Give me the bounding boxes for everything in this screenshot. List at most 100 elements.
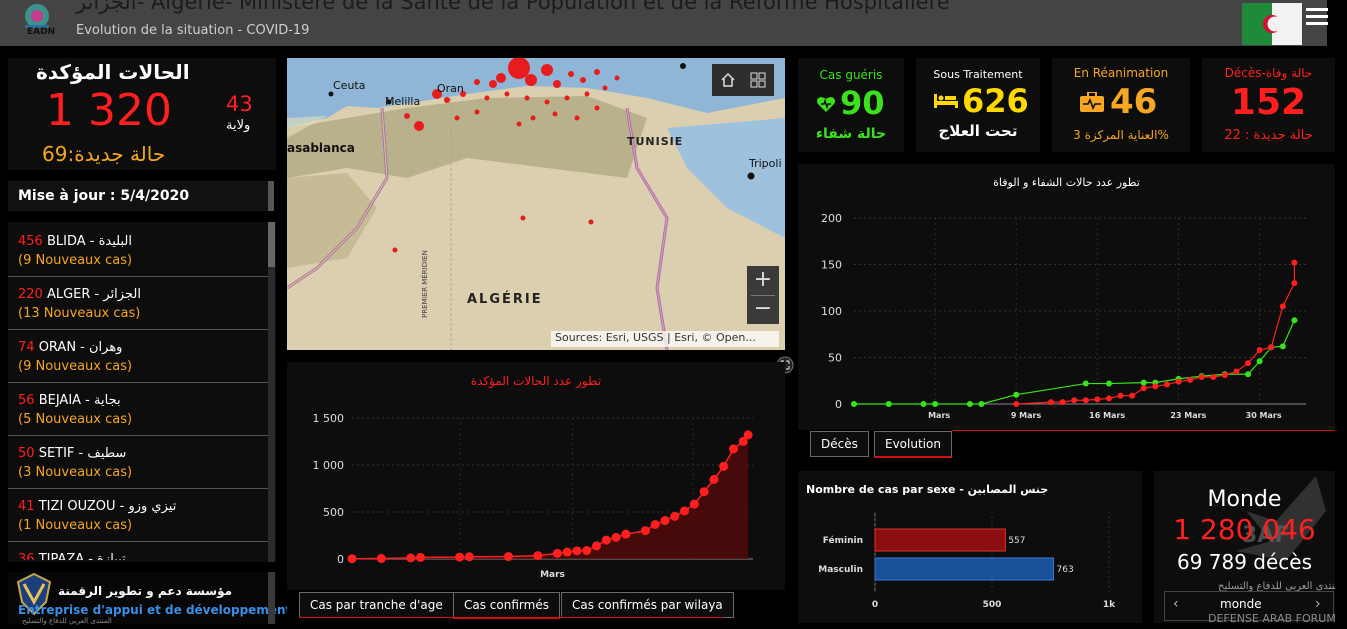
wilaya-count: 220 [18,287,43,302]
heart-pulse-icon [816,97,836,112]
confirmed-point [464,552,474,562]
treatment-label: Sous Traitement [933,68,1023,81]
wilaya-count: 43 [226,92,253,116]
zoom-out-button[interactable]: − [747,296,779,324]
wilaya-item-oran[interactable]: 74 ORAN - وهران (9 Nouveaux cas) [8,330,268,383]
y-tick-label: 0 [835,398,842,411]
wilaya-item-setif[interactable]: 50 SETIF - سطيف (3 Nouveaux cas) [8,436,268,489]
deaths-card: Décès-حالة وفاة 152 حالة جديدة : 22 [1202,58,1335,152]
confirmed-chart[interactable]: 0 500 1 000 1 500 Mars [287,392,785,587]
wilaya-new-cases: (3 Nouveaux cas) [18,465,133,480]
menu-icon[interactable] [1306,8,1328,26]
wilaya-item-tizi-ouzou[interactable]: 41 TIZI OUZOU - تيزي وزو (1 Nouveaux cas… [8,489,268,542]
series-point [1129,392,1136,399]
wilaya-name: BEJAIA - [38,393,95,408]
map-label-tripoli: Tripoli [749,157,782,170]
right-tabs-line [952,430,1335,431]
map-attribution[interactable]: Sources: Esri, USGS | Esri, © Open... [551,331,779,347]
confirmed-count: 1 320 [46,85,172,136]
series-point [1187,376,1194,383]
y-tick-label: 150 [821,259,842,272]
confirmed-point [719,461,729,471]
zoom-in-button[interactable]: + [747,266,779,294]
new-cases-count: حالة جديدة:69 [42,142,166,166]
app-header: EADN الجزائر- Algérie- Ministère de la S… [0,0,1328,46]
icu-card: En Réanimation 46 العناية المركزة 3% [1052,58,1190,152]
series-point [1105,380,1112,387]
organization-name-fr: Entreprise d'appui et de développement [18,603,292,617]
wilaya-item-bejaia[interactable]: 56 BEJAIA - بجاية (5 Nouveaux cas) [8,383,268,436]
sex-chart[interactable]: 0 500 1k Féminin 557 Masculin 763 [798,511,1142,621]
wilaya-name: TIZI OUZOU - [38,499,129,514]
recovered-label: Cas guéris [819,68,883,82]
confirmed-point [455,552,465,562]
confirmed-point [709,474,719,484]
tab-evolution[interactable]: Evolution [874,431,952,458]
next-arrow-icon[interactable]: › [1315,596,1321,612]
algeria-flag-icon [1242,3,1302,45]
x-tick-label: 1k [1103,600,1116,610]
series-point [1175,378,1182,385]
tab-deaths[interactable]: Décès [810,431,869,457]
category-label: Masculin [818,565,863,575]
confirmed-point [533,551,543,561]
wilaya-count: 41 [18,499,35,514]
prev-arrow-icon[interactable]: ‹ [1173,596,1179,612]
wilaya-item-alger[interactable]: 220 ALGER - الجزائر (13 Nouveaux cas) [8,277,268,330]
confirmed-point [689,499,699,509]
series-point [1071,397,1078,404]
wilaya-name: TIPAZA - [38,552,98,560]
wilaya-item-tipaza[interactable]: 36 TIPAZA - تيبازة [8,542,268,560]
zoom-controls: + − [747,266,779,324]
wilaya-name-ar: تيبازة [97,552,126,560]
confirmed-area [352,434,749,559]
wilaya-new-cases: (13 Nouveaux cas) [18,306,141,321]
y-tick-label: 0 [337,553,344,566]
bar [874,528,1006,552]
update-bar: Mise à jour : 5/4/2020 [8,181,268,211]
x-tick-label: Mars [928,411,950,420]
y-tick-label: 1 500 [313,412,345,425]
x-tick-label: 30 Mars [1246,411,1282,420]
confirmed-point [660,516,670,526]
wilaya-label: ولاية [226,118,251,133]
wilaya-item-blida[interactable]: 456 BLIDA - البليدة (9 Nouveaux cas) [8,224,268,277]
wilaya-list-scrollbar[interactable] [268,222,275,562]
evolution-chart[interactable]: 0 50 100 150 200 Mars 9 Mars 16 Mars 23 Mars 30 M… [798,194,1335,429]
series-point [1291,259,1298,266]
evolution-chart-title: تطور عدد حالات الشفاء و الوفاة [993,176,1140,189]
tab-confirmed-cases[interactable]: Cas confirmés [453,592,560,619]
icu-count: 46 [1110,82,1158,122]
series-point [1233,368,1240,375]
series-point [978,401,985,407]
wilaya-name: ALGER - [46,287,104,302]
basemap-gallery-icon[interactable] [750,72,766,88]
update-scrollbar[interactable] [268,181,274,211]
deaths-label: Décès-حالة وفاة [1224,66,1313,80]
x-tick-label: 0 [872,600,878,610]
home-icon[interactable] [720,72,736,88]
series-point [1256,358,1263,365]
map-label-algerie: ALGÉRIE [467,292,543,307]
tab-cases-by-age[interactable]: Cas par tranche d'age [299,592,454,618]
logo-text: EADN [27,27,56,37]
icu-label: En Réanimation [1073,66,1169,80]
series-point [1291,317,1298,324]
map-view[interactable]: Ceuta Melilla Oran asablanca TUNISIE Tri… [287,58,785,350]
world-deaths: 69 789 décès [1176,550,1313,574]
recovered-count: 90 [840,84,885,122]
wilaya-name: ORAN - [38,340,89,355]
confirmed-point [376,554,386,564]
tab-cases-by-wilaya[interactable]: Cas confirmés par wilaya [561,592,734,618]
footer-scrollbar[interactable] [268,572,275,624]
confirmed-point [728,444,738,454]
confirmed-label: الحالات المؤكدة [36,60,190,84]
confirmed-point [601,535,611,545]
series-point [885,401,892,407]
series-point [1013,391,1020,398]
map-label-melilla: Melilla [385,95,421,108]
confirmed-point [552,548,562,558]
wilaya-name-ar: سطيف [87,446,127,461]
bar [874,557,1055,581]
confirmed-point [347,554,357,564]
